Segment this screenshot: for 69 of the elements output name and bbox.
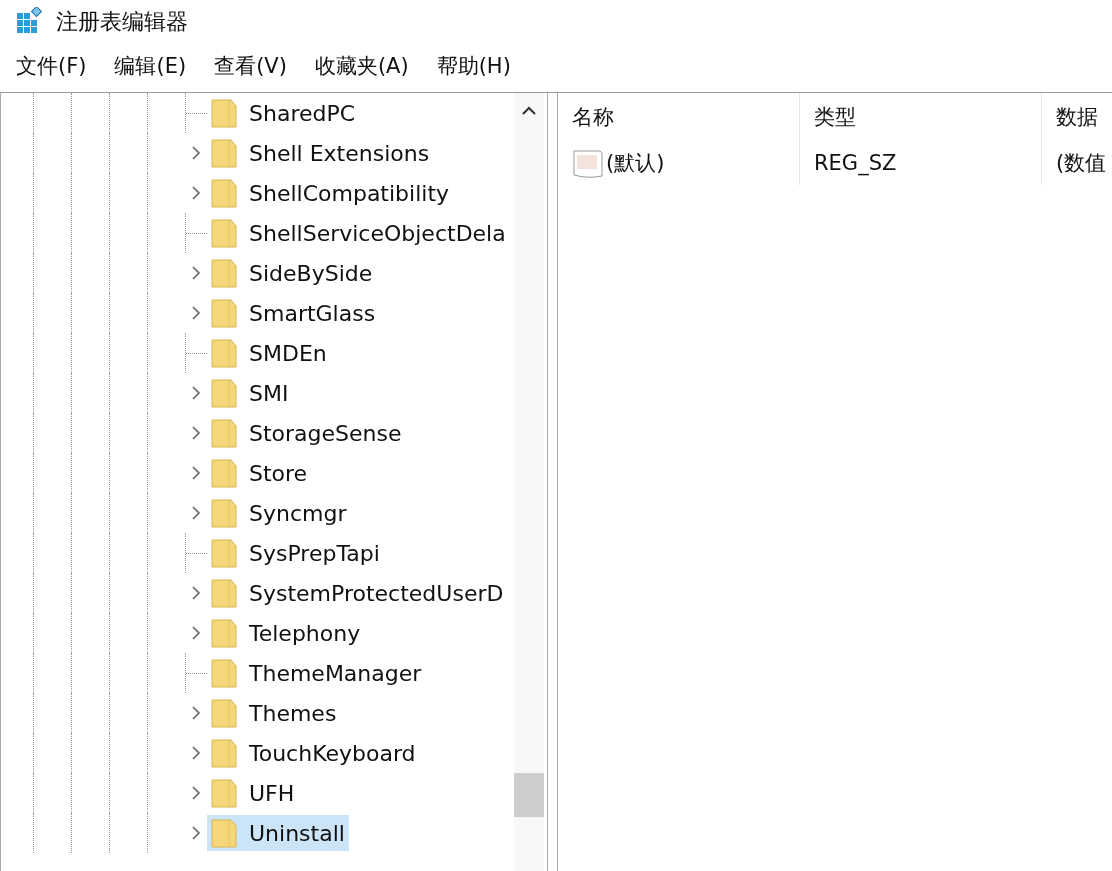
tree-item[interactable]: ShellCompatibility — [207, 175, 454, 211]
menu-item[interactable]: 查看(V) — [214, 51, 287, 83]
tree-item[interactable]: SystemProtectedUserD — [207, 575, 508, 611]
tree-item[interactable]: SMDEn — [207, 335, 331, 371]
folder-icon — [211, 818, 237, 848]
folder-icon — [211, 738, 237, 768]
expand-chevron-icon[interactable] — [191, 825, 201, 841]
expand-chevron-icon[interactable] — [191, 745, 201, 761]
tree-item[interactable]: SharedPC — [207, 95, 360, 131]
menu-item[interactable]: 收藏夹(A) — [314, 51, 409, 83]
expand-chevron-icon[interactable] — [191, 385, 201, 401]
app-icon — [16, 7, 44, 35]
column-header[interactable]: 数据 — [1056, 102, 1098, 134]
folder-icon — [211, 498, 237, 528]
scrollbar[interactable] — [514, 93, 544, 871]
folder-icon — [211, 658, 237, 688]
tree-item[interactable]: Uninstall — [207, 815, 349, 851]
tree-item[interactable]: SideBySide — [207, 255, 377, 291]
folder-icon — [211, 218, 237, 248]
column-header[interactable]: 名称 — [572, 102, 614, 134]
expand-chevron-icon[interactable] — [191, 265, 201, 281]
menu-item[interactable]: 帮助(H) — [436, 51, 511, 83]
tree-item[interactable]: Themes — [207, 695, 341, 731]
menu-item[interactable]: 编辑(E) — [114, 51, 187, 83]
folder-icon — [211, 538, 237, 568]
folder-icon — [211, 618, 237, 648]
tree-item[interactable]: SmartGlass — [207, 295, 380, 331]
tree-item[interactable]: ThemeManager — [207, 655, 426, 691]
expand-chevron-icon[interactable] — [191, 185, 201, 201]
folder-icon — [211, 298, 237, 328]
expand-chevron-icon[interactable] — [191, 785, 201, 801]
tree-item[interactable]: TouchKeyboard — [207, 735, 420, 771]
tree-item[interactable]: SysPrepTapi — [207, 535, 384, 571]
menu-item[interactable]: 文件(F) — [16, 51, 87, 83]
folder-icon — [211, 258, 237, 288]
value-type: REG_SZ — [814, 150, 897, 178]
folder-icon — [211, 418, 237, 448]
expand-chevron-icon[interactable] — [191, 625, 201, 641]
tree-item[interactable]: Store — [207, 455, 312, 491]
string-value-icon — [572, 149, 604, 179]
tree-item[interactable]: Shell Extensions — [207, 135, 434, 171]
value-data: (数值 — [1056, 150, 1107, 178]
folder-icon — [211, 778, 237, 808]
folder-icon — [211, 378, 237, 408]
window-title: 注册表编辑器 — [56, 7, 188, 36]
expand-chevron-icon[interactable] — [191, 505, 201, 521]
expand-chevron-icon[interactable] — [191, 705, 201, 721]
expand-chevron-icon[interactable] — [191, 465, 201, 481]
scroll-up-icon[interactable] — [521, 105, 537, 117]
expand-chevron-icon[interactable] — [191, 425, 201, 441]
value-name: (默认) — [606, 150, 665, 178]
tree-item[interactable]: Telephony — [207, 615, 365, 651]
folder-icon — [211, 698, 237, 728]
folder-icon — [211, 138, 237, 168]
folder-icon — [211, 458, 237, 488]
folder-icon — [211, 98, 237, 128]
expand-chevron-icon[interactable] — [191, 585, 201, 601]
tree-item[interactable]: Syncmgr — [207, 495, 351, 531]
column-header[interactable]: 类型 — [814, 102, 856, 134]
tree-item[interactable]: ShellServiceObjectDela — [207, 215, 510, 251]
expand-chevron-icon[interactable] — [191, 305, 201, 321]
folder-icon — [211, 338, 237, 368]
scrollbar-thumb[interactable] — [514, 773, 544, 817]
folder-icon — [211, 178, 237, 208]
folder-icon — [211, 578, 237, 608]
tree-item[interactable]: UFH — [207, 775, 299, 811]
expand-chevron-icon[interactable] — [191, 145, 201, 161]
tree-item[interactable]: SMI — [207, 375, 293, 411]
tree-item[interactable]: StorageSense — [207, 415, 406, 451]
